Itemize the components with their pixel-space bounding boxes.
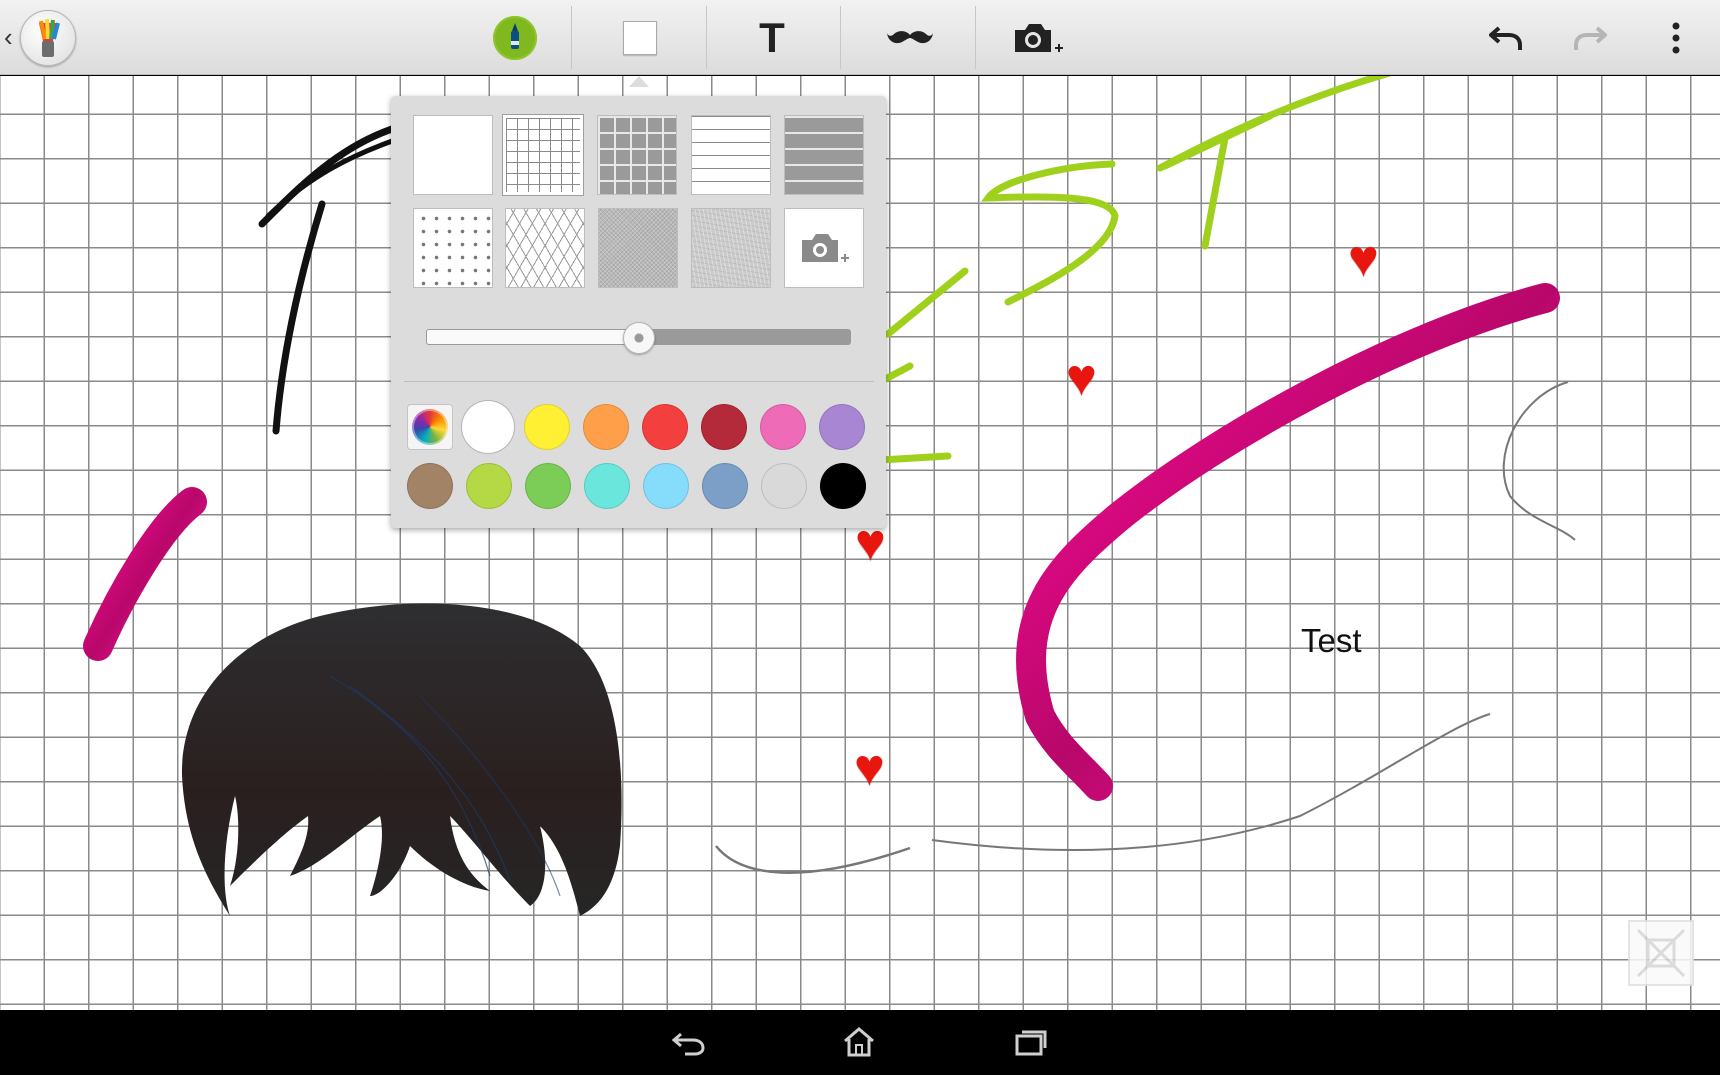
pattern-isometric[interactable] [505, 208, 585, 288]
color-swatch[interactable] [760, 404, 806, 450]
color-swatch[interactable] [407, 463, 453, 509]
background-square-icon [623, 20, 657, 55]
color-swatch[interactable] [642, 404, 688, 450]
color-swatch[interactable] [701, 404, 747, 450]
toolbar-divider [840, 6, 841, 69]
overflow-menu-button[interactable] [1654, 0, 1698, 75]
popup-divider [404, 381, 874, 382]
magenta-stroke-large [1016, 283, 1560, 801]
pattern-add-photo-button[interactable] [784, 208, 864, 288]
color-wheel-icon [412, 409, 448, 445]
toolbar-divider [706, 6, 707, 69]
home-icon [844, 1027, 874, 1057]
popup-pointer [629, 76, 649, 87]
undo-button[interactable] [1480, 0, 1532, 75]
marker-pen-icon [493, 15, 537, 60]
pattern-paper-texture[interactable] [691, 208, 771, 288]
pattern-plain[interactable] [413, 115, 493, 195]
overflow-menu-icon [1672, 22, 1680, 53]
color-swatch[interactable] [820, 463, 866, 509]
camera-add-icon [1015, 23, 1063, 52]
camera-add-icon [802, 234, 849, 262]
undo-icon [1489, 25, 1522, 50]
top-toolbar: ‹ T [0, 0, 1720, 75]
camera-tool-button[interactable] [1000, 0, 1076, 75]
heart-sticker[interactable]: ♥ [1066, 352, 1097, 404]
pattern-grid-bold[interactable] [597, 115, 677, 195]
heart-sticker[interactable]: ♥ [1348, 233, 1379, 285]
green-stroke-I [884, 267, 969, 338]
slider-thumb[interactable] [622, 322, 655, 354]
pattern-lines-bold[interactable] [784, 115, 864, 195]
green-stroke-E2 [876, 452, 952, 464]
color-picker-button[interactable] [407, 404, 453, 450]
text-T-icon: T [759, 13, 785, 61]
black-stroke-scribble [258, 124, 399, 228]
gray-stroke-bottom-right [931, 713, 1491, 851]
toolbar-divider [975, 6, 976, 69]
color-swatch[interactable] [583, 404, 629, 450]
pattern-canvas-texture[interactable] [598, 208, 678, 288]
black-stroke-vertical [272, 200, 326, 435]
redo-icon [1574, 25, 1607, 50]
green-stroke-T-top [1161, 112, 1274, 170]
background-tool-button[interactable] [600, 0, 680, 75]
app-root: ♥ ♥ ♥ ♥ Test ‹ T [0, 0, 1720, 1075]
nav-home-button[interactable] [834, 1022, 884, 1062]
text-tool-button[interactable]: T [730, 0, 814, 75]
color-swatch[interactable] [524, 404, 570, 450]
back-icon [671, 1032, 705, 1056]
color-swatch[interactable] [465, 404, 511, 450]
nav-recent-apps-button[interactable] [1006, 1022, 1056, 1062]
redo-button[interactable] [1564, 0, 1616, 75]
fullscreen-toggle-icon[interactable] [1628, 920, 1694, 986]
color-swatch[interactable] [702, 463, 748, 509]
recent-apps-icon [1015, 1030, 1047, 1056]
gray-stroke-bottom-left [715, 845, 911, 874]
canvas-text-note[interactable]: Test [1301, 622, 1362, 660]
color-swatch[interactable] [584, 463, 630, 509]
color-swatch[interactable] [525, 463, 571, 509]
heart-sticker[interactable]: ♥ [854, 742, 885, 794]
pen-tool-button[interactable] [480, 0, 550, 75]
color-swatch[interactable] [819, 404, 865, 450]
stamp-tool-button[interactable] [865, 0, 955, 75]
background-settings-popup [391, 96, 886, 528]
nav-back-button[interactable] [664, 1022, 714, 1062]
hair-stamp [181, 603, 622, 916]
up-navigation-icon[interactable]: ‹ [4, 22, 13, 52]
gray-stroke-arc [1502, 381, 1576, 541]
green-stroke-T-stem [1201, 134, 1229, 250]
mustache-icon [887, 30, 933, 43]
black-stroke-scribble-2 [265, 137, 398, 219]
pattern-grid-fine[interactable] [503, 115, 583, 195]
color-swatch[interactable] [643, 463, 689, 509]
app-logo-icon[interactable] [20, 10, 76, 66]
green-stroke-S [981, 160, 1119, 306]
system-navigation-bar [0, 1010, 1720, 1075]
color-swatch[interactable] [761, 463, 807, 509]
color-swatch[interactable] [466, 463, 512, 509]
pattern-dots[interactable] [413, 208, 493, 288]
toolbar-divider [571, 6, 572, 69]
magenta-stroke-small [83, 487, 207, 661]
pattern-lines-thin[interactable] [691, 115, 771, 195]
